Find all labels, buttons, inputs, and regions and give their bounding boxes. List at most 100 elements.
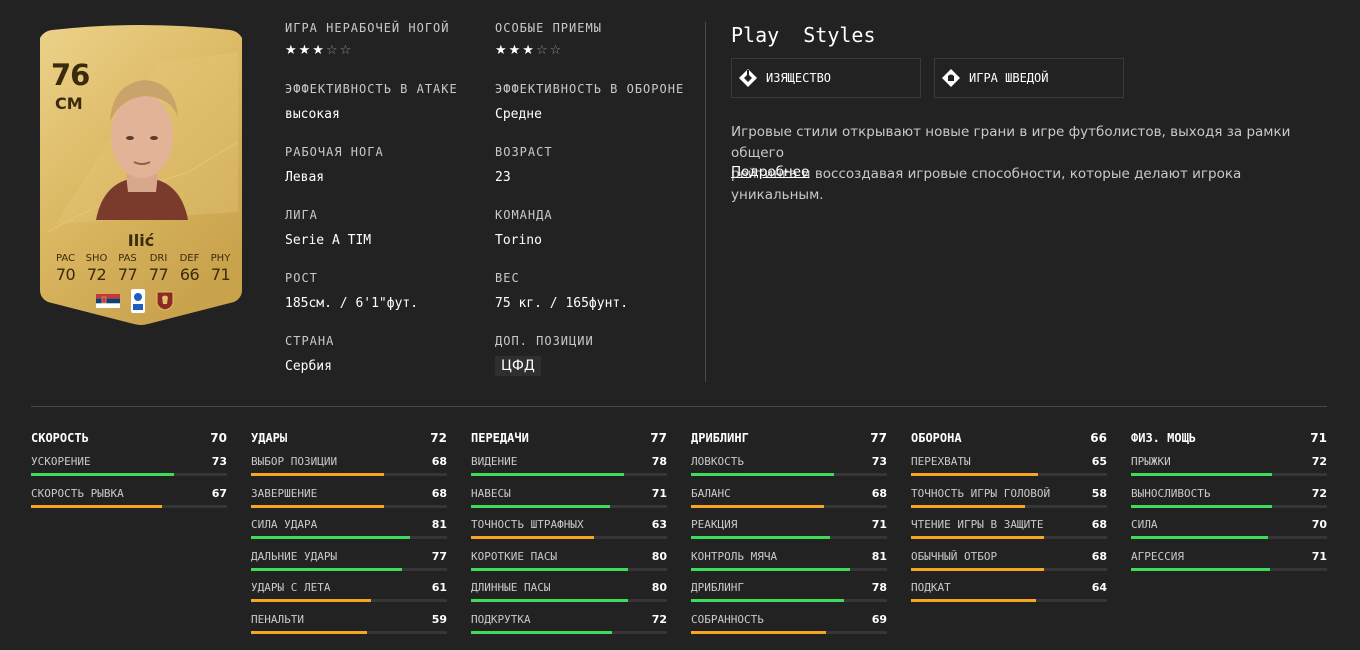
group-header: ДРИБЛИНГ 77 bbox=[691, 431, 887, 447]
attribute-name: РЕАКЦИЯ bbox=[691, 518, 738, 531]
attribute-name: ДРИБЛИНГ bbox=[691, 581, 744, 594]
attribute-name: ТОЧНОСТЬ ШТРАФНЫХ bbox=[471, 518, 584, 531]
info-label: СТРАНА bbox=[285, 334, 335, 348]
attribute-name: ЛОВКОСТЬ bbox=[691, 455, 744, 468]
attribute-bar-fill bbox=[691, 536, 831, 539]
group-title: ПЕРЕДАЧИ bbox=[471, 431, 529, 445]
info-foot: РАБОЧАЯ НОГА Левая bbox=[285, 145, 384, 185]
attribute-group: СКОРОСТЬ 70 УСКОРЕНИЕ 73 СКОРОСТЬ РЫВКА 67 bbox=[31, 431, 227, 510]
attribute-value: 80 bbox=[651, 549, 667, 563]
attribute-row: БАЛАНС 68 bbox=[691, 479, 887, 511]
attribute-bar-fill bbox=[911, 599, 1037, 602]
vertical-divider bbox=[705, 22, 706, 382]
attribute-row: ЗАВЕРШЕНИЕ 68 bbox=[251, 479, 447, 511]
card-stat: PHY 71 bbox=[205, 253, 236, 284]
attribute-value: 68 bbox=[1091, 549, 1107, 563]
group-value: 71 bbox=[1310, 431, 1327, 445]
attribute-value: 65 bbox=[1091, 455, 1107, 468]
info-country: СТРАНА Сербия bbox=[285, 334, 334, 374]
playstyle-finesse[interactable]: ИЗЯЩЕСТВО bbox=[731, 58, 921, 98]
playstyles-description-line: Игровые стили открывают новые грани в иг… bbox=[731, 124, 1291, 161]
attribute-bar-track bbox=[251, 536, 447, 539]
card-stat-value: 66 bbox=[179, 265, 200, 284]
info-weak-foot: ИГРА НЕРАБОЧЕЙ НОГОЙ ★★★☆☆ bbox=[285, 21, 450, 58]
info-label: КОМАНДА bbox=[495, 208, 553, 222]
attribute-row: ОБЫЧНЫЙ ОТБОР 68 bbox=[911, 542, 1107, 574]
info-label: ИГРА НЕРАБОЧЕЙ НОГОЙ bbox=[285, 21, 450, 35]
card-rating: 76 bbox=[51, 58, 90, 92]
attribute-value: 78 bbox=[651, 455, 667, 468]
star-icon: ★★★ bbox=[495, 43, 536, 58]
info-team: КОМАНДА Torino bbox=[495, 208, 553, 248]
attribute-bar-track bbox=[471, 567, 667, 571]
star-empty-icon: ☆☆ bbox=[535, 43, 564, 58]
info-label: ВЕС bbox=[495, 271, 520, 285]
attribute-value: 68 bbox=[431, 455, 447, 468]
attribute-bar-track bbox=[1131, 567, 1327, 571]
card-stat-value: 72 bbox=[86, 265, 107, 284]
info-label: ВОЗРАСТ bbox=[495, 145, 553, 159]
attribute-value: 58 bbox=[1091, 486, 1107, 500]
attribute-bar-track bbox=[251, 567, 447, 571]
attribute-name: ОБЫЧНЫЙ ОТБОР bbox=[911, 549, 998, 563]
attribute-row: ПЕНАЛЬТИ 59 bbox=[251, 605, 447, 637]
attribute-bar-fill bbox=[251, 473, 385, 476]
attribute-bar-fill bbox=[1131, 473, 1273, 476]
attribute-bar-fill bbox=[251, 599, 371, 602]
info-label: РАБОЧАЯ НОГА bbox=[285, 145, 384, 159]
attribute-bar-track bbox=[471, 536, 667, 539]
card-stat: DRI 77 bbox=[143, 253, 174, 284]
attribute-name: ДЛИННЫЕ ПАСЫ bbox=[471, 581, 551, 594]
attribute-value: 73 bbox=[871, 455, 887, 468]
attribute-bar-track bbox=[471, 599, 667, 602]
attribute-bar-track bbox=[251, 599, 447, 602]
info-league: ЛИГА Serie A TIM bbox=[285, 208, 371, 248]
more-link[interactable]: Подробнее bbox=[731, 164, 809, 180]
attribute-bar-track bbox=[691, 473, 887, 476]
attribute-bar-track bbox=[911, 567, 1107, 571]
attribute-value: 68 bbox=[871, 486, 887, 500]
playstyle-outside-foot[interactable]: ИГРА ШВЕДОЙ bbox=[934, 58, 1124, 98]
card-stat-label: PHY bbox=[210, 253, 231, 264]
attribute-group: ФИЗ. МОЩЬ 71 ПРЫЖКИ 72 ВЫНОСЛИВОСТЬ 72 СИЛА 70 А… bbox=[1131, 431, 1327, 573]
info-skill-moves: ОСОБЫЕ ПРИЕМЫ ★★★☆☆ bbox=[495, 21, 602, 58]
attribute-bar-track bbox=[471, 630, 667, 634]
attribute-name: КОРОТКИЕ ПАСЫ bbox=[471, 549, 558, 563]
info-label: РОСТ bbox=[285, 271, 318, 285]
info-label: ЭФФЕКТИВНОСТЬ В ОБОРОНЕ bbox=[495, 82, 685, 96]
attribute-bar-track bbox=[911, 536, 1107, 539]
attribute-bar-fill bbox=[251, 536, 410, 539]
attribute-name: ЗАВЕРШЕНИЕ bbox=[251, 486, 318, 500]
attribute-value: 71 bbox=[1311, 549, 1327, 563]
club-badge-icon bbox=[156, 291, 174, 311]
group-title: УДАРЫ bbox=[251, 431, 288, 445]
attribute-bar-track bbox=[911, 599, 1107, 602]
card-stat: SHO 72 bbox=[81, 253, 112, 284]
attribute-name: УСКОРЕНИЕ bbox=[31, 455, 91, 468]
attribute-bar-fill bbox=[1131, 536, 1269, 539]
info-alt-positions: ДОП. ПОЗИЦИИ ЦФД bbox=[495, 334, 594, 376]
attribute-value: 70 bbox=[1311, 518, 1327, 531]
info-label: ЭФФЕКТИВНОСТЬ В АТАКЕ bbox=[285, 82, 458, 96]
card-stat-value: 77 bbox=[148, 265, 169, 284]
info-value: Сербия bbox=[285, 359, 332, 374]
attribute-value: 72 bbox=[651, 612, 667, 626]
info-age: ВОЗРАСТ 23 bbox=[495, 145, 553, 185]
card-icons bbox=[96, 288, 174, 314]
group-header: ПЕРЕДАЧИ 77 bbox=[471, 431, 667, 447]
attribute-group: ПЕРЕДАЧИ 77 ВИДЕНИЕ 78 НАВЕСЫ 71 ТОЧНОСТЬ ШТРА… bbox=[471, 431, 667, 636]
attribute-bar-fill bbox=[1131, 504, 1273, 508]
alt-position-badge[interactable]: ЦФД bbox=[495, 356, 541, 376]
attribute-value: 81 bbox=[871, 549, 887, 563]
attribute-name: КОНТРОЛЬ МЯЧА bbox=[691, 549, 778, 563]
card-stat: PAC 70 bbox=[50, 253, 81, 284]
attribute-value: 72 bbox=[1311, 455, 1327, 468]
playstyle-icon bbox=[739, 69, 757, 87]
horizontal-divider bbox=[31, 406, 1327, 407]
attribute-bar-fill bbox=[471, 630, 613, 634]
group-value: 72 bbox=[430, 431, 447, 445]
attribute-bar-track bbox=[251, 630, 447, 634]
attribute-bar-fill bbox=[691, 567, 850, 571]
group-header: ОБОРОНА 66 bbox=[911, 431, 1107, 447]
attribute-row: ПОДКРУТКА 72 bbox=[471, 605, 667, 637]
